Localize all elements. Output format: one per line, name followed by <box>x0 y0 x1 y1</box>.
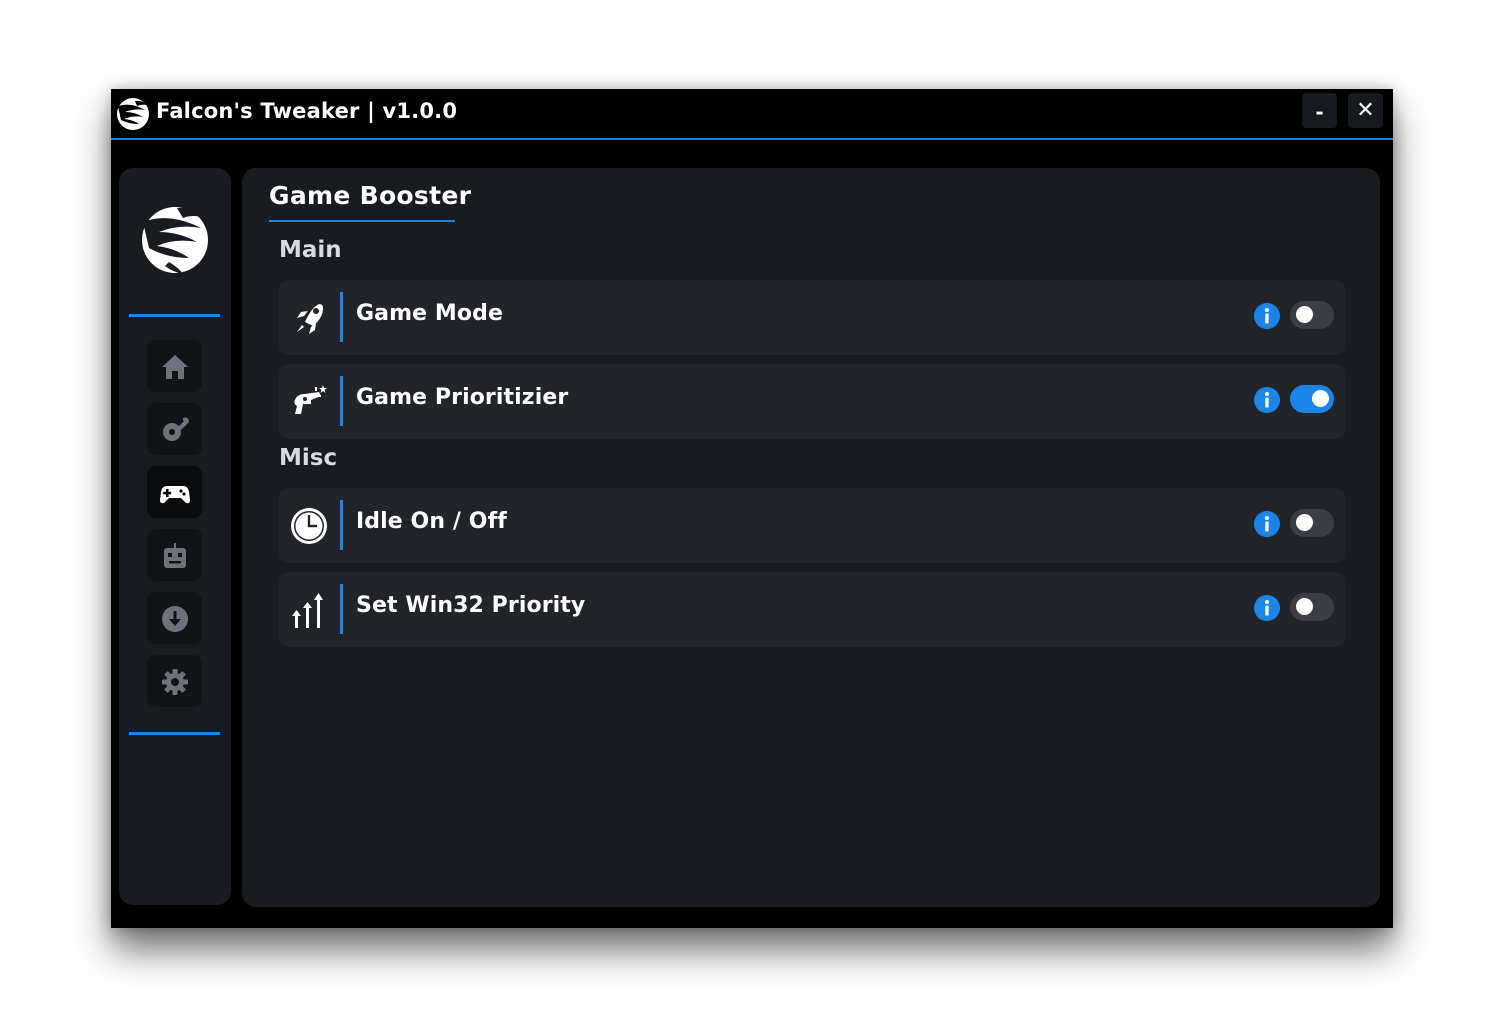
toggle-switch[interactable] <box>1290 385 1334 413</box>
section-label-misc: Misc <box>279 445 338 471</box>
section-label-main: Main <box>279 237 342 263</box>
setting-row-win32-priority: Set Win32 Priority <box>279 572 1345 647</box>
home-icon <box>162 355 188 379</box>
nav-home[interactable] <box>147 340 202 392</box>
page-title: Game Booster <box>269 181 472 210</box>
tools-icon <box>163 417 189 441</box>
setting-label: Game Prioritizier <box>356 385 569 410</box>
info-icon[interactable] <box>1253 594 1281 622</box>
toggle-knob <box>1296 306 1313 323</box>
close-button[interactable]: ✕ <box>1348 93 1383 128</box>
window-title: Falcon's Tweaker | v1.0.0 <box>156 99 458 123</box>
falcon-logo-icon <box>117 98 149 130</box>
toggle-switch[interactable] <box>1290 593 1334 621</box>
nav-download[interactable] <box>147 592 202 644</box>
toggle-knob <box>1296 514 1313 531</box>
nav-robot[interactable] <box>147 529 202 581</box>
sidebar-divider-bottom <box>129 732 220 735</box>
row-separator <box>340 292 343 342</box>
setting-label: Game Mode <box>356 301 503 326</box>
download-icon <box>162 606 188 632</box>
setting-label: Set Win32 Priority <box>356 593 586 618</box>
main-panel: Game Booster Main Game Mode Game Priorit… <box>242 168 1380 907</box>
toggle-knob <box>1312 390 1329 407</box>
app-window: Falcon's Tweaker | v1.0.0 - ✕ Game Boost… <box>111 89 1393 928</box>
toggle-switch[interactable] <box>1290 509 1334 537</box>
toggle-switch[interactable] <box>1290 301 1334 329</box>
sidebar-divider-top <box>129 314 220 317</box>
row-separator <box>340 584 343 634</box>
setting-row-idle: Idle On / Off <box>279 488 1345 563</box>
robot-icon <box>164 543 186 568</box>
nav-tools[interactable] <box>147 403 202 455</box>
nav-game-booster[interactable] <box>147 466 202 518</box>
falcon-logo-icon <box>142 207 208 274</box>
nav-settings[interactable] <box>147 655 202 707</box>
info-icon[interactable] <box>1253 302 1281 330</box>
minimize-button[interactable]: - <box>1302 93 1337 128</box>
ray-gun-icon <box>294 385 327 414</box>
sidebar <box>119 168 231 905</box>
row-separator <box>340 500 343 550</box>
gamepad-icon <box>160 486 190 504</box>
row-separator <box>340 376 343 426</box>
info-icon[interactable] <box>1253 386 1281 414</box>
setting-label: Idle On / Off <box>356 509 507 534</box>
title-bar[interactable]: Falcon's Tweaker | v1.0.0 - ✕ <box>111 89 1393 140</box>
gear-icon <box>162 669 188 695</box>
toggle-knob <box>1296 598 1313 615</box>
setting-row-game-mode: Game Mode <box>279 280 1345 355</box>
info-icon[interactable] <box>1253 510 1281 538</box>
priority-arrows-icon <box>292 593 323 628</box>
setting-row-game-prioritizier: Game Prioritizier <box>279 364 1345 439</box>
clock-icon <box>291 508 327 544</box>
page-title-underline <box>269 220 455 222</box>
rocket-icon <box>297 304 323 334</box>
